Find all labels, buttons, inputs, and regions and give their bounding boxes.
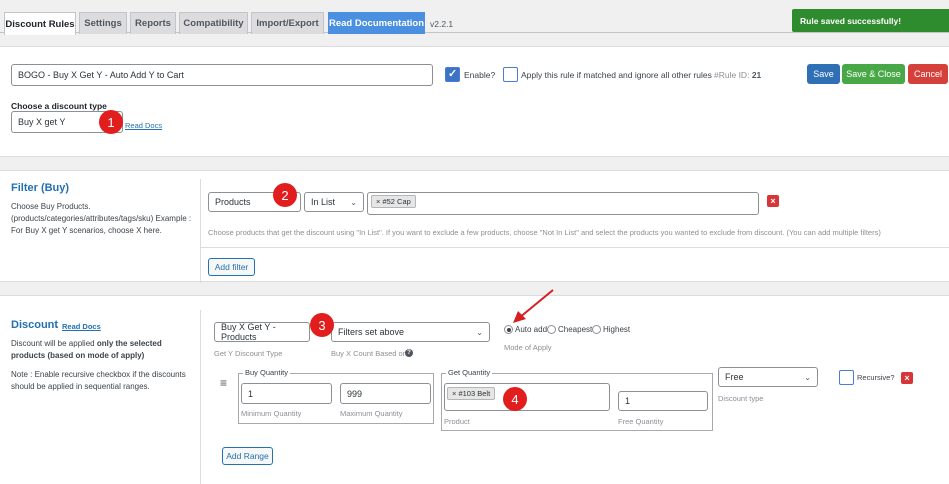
discount-note: Note : Enable recursive checkbox if the … [11, 370, 186, 391]
filter-title: Filter (Buy) [11, 182, 70, 194]
success-toast: Rule saved successfully! [792, 9, 949, 32]
discount-title: Discount [11, 319, 59, 331]
cancel-button[interactable]: Cancel [908, 64, 948, 84]
enable-label: Enable? [464, 70, 496, 80]
discount-type-heading: Choose a discount type [11, 101, 107, 111]
get-y-type-label: Get Y Discount Type [214, 349, 283, 358]
discount-value-type-label: Discount type [718, 394, 764, 403]
rule-id: #Rule ID: 21 [714, 70, 762, 80]
tab-import-export[interactable]: Import/Export [251, 12, 324, 34]
chevron-down-icon: ⌄ [804, 372, 811, 382]
enable-checkbox[interactable] [445, 67, 460, 82]
read-docs-link[interactable]: Read Docs [125, 121, 162, 130]
buy-quantity-legend: Buy Quantity [243, 368, 290, 377]
filter-description: Choose Buy Products. (products/categorie… [11, 202, 192, 235]
filter-products-input[interactable] [367, 192, 759, 215]
chevron-down-icon: ⌄ [350, 197, 357, 207]
filter-body: Products In List ⌄ × #52 Cap × Choose pr… [200, 179, 949, 283]
free-quantity-input[interactable]: 1 [618, 391, 708, 411]
get-product-tag[interactable]: × #103 Belt [447, 387, 496, 400]
exclusive-checkbox[interactable] [503, 67, 518, 82]
add-filter-button[interactable]: Add filter [208, 258, 255, 276]
discount-panel: Discount - Read Docs Discount will be ap… [0, 289, 949, 484]
tab-read-documentation[interactable]: Read Documentation [328, 12, 425, 34]
annotation-badge-1: 1 [99, 110, 123, 134]
save-button[interactable]: Save [807, 64, 840, 84]
recursive-label: Recursive? [857, 373, 895, 382]
tab-compatibility[interactable]: Compatibility [179, 12, 248, 34]
count-based-value: Filters set above [338, 327, 405, 337]
count-based-select[interactable]: Filters set above ⌄ [331, 322, 490, 342]
add-range-button[interactable]: Add Range [222, 447, 273, 465]
discount-description: Discount will be applied only the select… [11, 339, 162, 360]
product-label: Product [444, 417, 470, 426]
filter-method-value: In List [311, 197, 336, 207]
mode-cheapest-label: Cheapest [558, 325, 593, 334]
annotation-badge-3: 3 [310, 313, 334, 337]
tab-discount-rules[interactable]: Discount Rules [4, 12, 76, 35]
rule-name-input[interactable]: BOGO - Buy X Get Y - Auto Add Y to Cart [11, 64, 433, 86]
annotation-badge-4: 4 [503, 387, 527, 411]
drag-handle-icon[interactable]: ≡ [220, 376, 227, 390]
divider [201, 247, 949, 248]
max-quantity-label: Maximum Quantity [340, 409, 403, 418]
min-quantity-input[interactable]: 1 [241, 383, 332, 404]
get-y-type-value: Buy X Get Y - Products [221, 322, 276, 342]
annotation-badge-2: 2 [273, 183, 297, 207]
exclusive-label: Apply this rule if matched and ignore al… [521, 70, 712, 80]
help-icon[interactable]: ? [405, 349, 413, 357]
get-quantity-legend: Get Quantity [446, 368, 493, 377]
filter-hint: Choose products that get the discount us… [208, 228, 881, 237]
max-quantity-input[interactable]: 999 [340, 383, 431, 404]
remove-range-icon[interactable]: × [901, 372, 913, 384]
get-y-type-select[interactable]: Buy X Get Y - Products [214, 322, 310, 342]
save-close-button[interactable]: Save & Close [842, 64, 905, 84]
remove-filter-icon[interactable]: × [767, 195, 779, 207]
filter-panel: Filter (Buy) Choose Buy Products. (produ… [0, 170, 949, 283]
recursive-checkbox[interactable] [839, 370, 854, 385]
filter-type-value: Products [215, 197, 251, 207]
discount-value-type-value: Free [725, 372, 744, 382]
count-based-label: Buy X Count Based on [331, 349, 407, 358]
min-quantity-label: Minimum Quantity [241, 409, 302, 418]
discount-type-value: Buy X get Y [18, 117, 66, 127]
tab-reports[interactable]: Reports [130, 12, 176, 34]
discount-value-type-select[interactable]: Free ⌄ [718, 367, 818, 387]
discount-body: Buy X Get Y - Products Get Y Discount Ty… [200, 289, 949, 484]
mode-highest-radio[interactable] [592, 325, 601, 334]
rule-header-panel: BOGO - Buy X Get Y - Auto Add Y to Cart … [0, 46, 949, 157]
mode-highest-label: Highest [603, 325, 631, 334]
discount-read-docs-link[interactable]: Read Docs [62, 322, 101, 331]
arrow-annotation-icon [513, 289, 554, 323]
selected-product-tag[interactable]: × #52 Cap [371, 195, 416, 208]
tab-settings[interactable]: Settings [79, 12, 127, 34]
mode-of-apply-label: Mode of Apply [504, 343, 552, 352]
free-quantity-label: Free Quantity [618, 417, 664, 426]
chevron-down-icon: ⌄ [476, 327, 483, 337]
version-label: v2.2.1 [430, 19, 454, 29]
filter-method-select[interactable]: In List ⌄ [304, 192, 364, 212]
